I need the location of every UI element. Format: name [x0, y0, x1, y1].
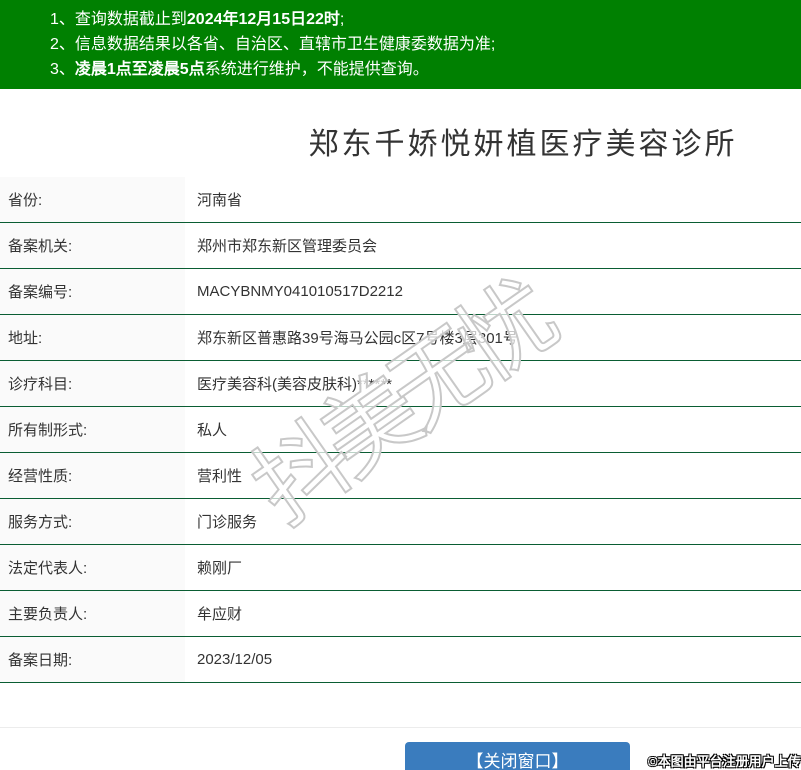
copyright-note: ©本图由平台注册用户上传 — [648, 754, 801, 769]
notice-bold-text: 2024年12月15日22时 — [186, 11, 340, 28]
table-row-address: 地址: 郑东新区普惠路39号海马公园c区7号楼3层301号 — [0, 315, 801, 361]
row-label: 所有制形式: — [0, 407, 185, 452]
table-row-filing-date: 备案日期: 2023/12/05 — [0, 637, 801, 683]
notice-banner: 1、查询数据截止到2024年12月15日22时; 2、信息数据结果以各省、自治区… — [0, 0, 801, 89]
row-label: 主要负责人: — [0, 591, 185, 636]
table-row-filing-number: 备案编号: MACYBNMY041010517D2212 — [0, 269, 801, 315]
table-row-business-nature: 经营性质: 营利性 — [0, 453, 801, 499]
table-row-province: 省份: 河南省 — [0, 177, 801, 223]
row-value: 私人 — [197, 422, 228, 439]
row-value: 营利性 — [197, 468, 243, 485]
page-title: 郑东千娇悦妍植医疗美容诊所 — [308, 128, 738, 161]
notice-text: 1、查询数据截止到 — [50, 11, 187, 28]
row-label: 备案编号: — [0, 269, 185, 314]
row-value: 牟应财 — [197, 606, 243, 623]
notice-line-1: 1、查询数据截止到2024年12月15日22时; — [50, 7, 791, 32]
row-value: 2023/12/05 — [197, 651, 273, 668]
notice-line-2: 2、信息数据结果以各省、自治区、直辖市卫生健康委数据为准; — [50, 32, 791, 57]
row-value: 河南省 — [197, 192, 243, 209]
row-label: 备案日期: — [0, 637, 185, 682]
row-label: 备案机关: — [0, 223, 185, 268]
info-table: 省份: 河南省 备案机关: 郑州市郑东新区管理委员会 备案编号: MACYBNM… — [0, 177, 801, 728]
row-value: MACYBNMY041010517D2212 — [197, 283, 403, 300]
table-row-ownership-form: 所有制形式: 私人 — [0, 407, 801, 453]
row-value: 医疗美容科(美容皮肤科)****** — [197, 376, 393, 393]
notice-text: ; — [339, 11, 345, 28]
table-empty-row — [0, 683, 801, 728]
table-row-person-in-charge: 主要负责人: 牟应财 — [0, 591, 801, 637]
query-result-page: 1、查询数据截止到2024年12月15日22时; 2、信息数据结果以各省、自治区… — [0, 0, 801, 770]
table-row-filing-authority: 备案机关: 郑州市郑东新区管理委员会 — [0, 223, 801, 269]
notice-line-3: 3、凌晨1点至凌晨5点系统进行维护，不能提供查询。 — [50, 57, 791, 82]
notice-text: 3、 — [50, 61, 75, 78]
row-label: 省份: — [0, 177, 185, 222]
table-row-legal-representative: 法定代表人: 赖刚厂 — [0, 545, 801, 591]
row-label: 法定代表人: — [0, 545, 185, 590]
row-value: 郑州市郑东新区管理委员会 — [197, 238, 378, 255]
row-label: 经营性质: — [0, 453, 185, 498]
row-value: 赖刚厂 — [197, 560, 243, 577]
row-label: 诊疗科目: — [0, 361, 185, 406]
row-label: 地址: — [0, 315, 185, 360]
notice-bold-text: 凌晨1点至凌晨5点 — [74, 61, 205, 78]
table-row-service-mode: 服务方式: 门诊服务 — [0, 499, 801, 545]
table-row-medical-subjects: 诊疗科目: 医疗美容科(美容皮肤科)****** — [0, 361, 801, 407]
title-container: 郑东千娇悦妍植医疗美容诊所 — [245, 119, 801, 163]
row-label: 服务方式: — [0, 499, 185, 544]
row-value: 门诊服务 — [197, 514, 258, 531]
close-window-button[interactable]: 【关闭窗口】 — [405, 742, 630, 770]
row-value: 郑东新区普惠路39号海马公园c区7号楼3层301号 — [197, 330, 518, 347]
notice-text: 系统进行维护，不能提供查询。 — [204, 61, 429, 78]
notice-text: 2、信息数据结果以各省、自治区、直辖市卫生健康委数据为准; — [50, 36, 496, 53]
